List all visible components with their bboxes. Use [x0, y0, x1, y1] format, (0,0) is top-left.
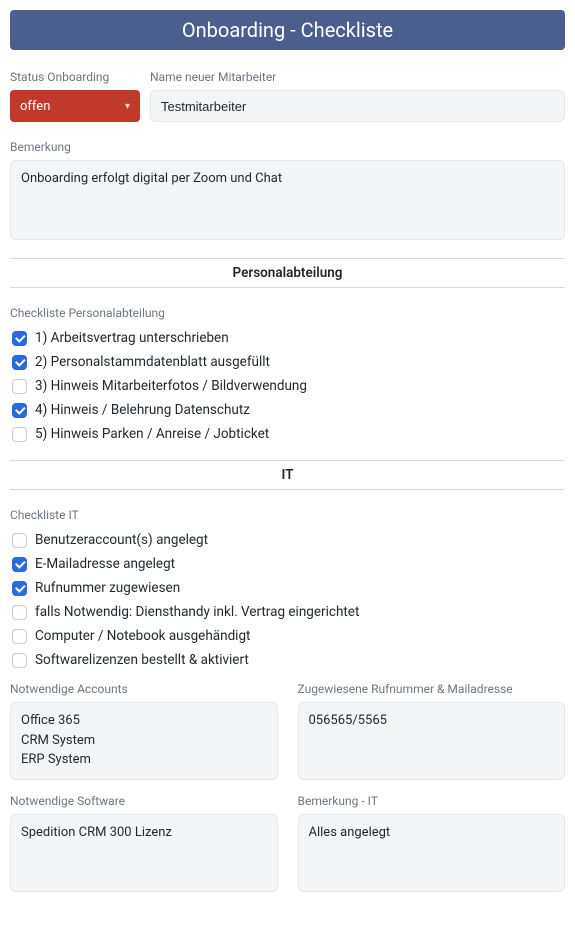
hr-item-label-0: 1) Arbeitsvertrag unterschrieben [35, 330, 229, 346]
hr-item-checkbox-2[interactable] [12, 379, 27, 394]
page-title: Onboarding - Checkliste [10, 10, 565, 50]
software-textarea[interactable]: Spedition CRM 300 Lizenz [10, 814, 278, 892]
it-item-label-0: Benutzeraccount(s) angelegt [35, 532, 208, 548]
hr-item-row-2: 3) Hinweis Mitarbeiterfotos / Bildverwen… [10, 378, 565, 394]
hr-item-row-0: 1) Arbeitsvertrag unterschrieben [10, 330, 565, 346]
status-select[interactable]: offen ▾ [10, 90, 140, 122]
status-value: offen [20, 99, 50, 114]
hr-item-row-4: 5) Hinweis Parken / Anreise / Jobticket [10, 426, 565, 442]
hr-item-label-2: 3) Hinweis Mitarbeiterfotos / Bildverwen… [35, 378, 307, 394]
it-item-checkbox-1[interactable] [12, 557, 27, 572]
it-item-row-0: Benutzeraccount(s) angelegt [10, 532, 565, 548]
hr-item-checkbox-3[interactable] [12, 403, 27, 418]
hr-item-checkbox-0[interactable] [12, 331, 27, 346]
it-item-row-3: falls Notwendig: Diensthandy inkl. Vertr… [10, 604, 565, 620]
hr-item-row-1: 2) Personalstammdatenblatt ausgefüllt [10, 354, 565, 370]
it-item-checkbox-3[interactable] [12, 605, 27, 620]
hr-item-label-1: 2) Personalstammdatenblatt ausgefüllt [35, 354, 270, 370]
it-item-checkbox-4[interactable] [12, 629, 27, 644]
hr-checklist-label: Checkliste Personalabteilung [10, 306, 565, 320]
it-item-checkbox-5[interactable] [12, 653, 27, 668]
it-item-row-1: E-Mailadresse angelegt [10, 556, 565, 572]
section-hr-title: Personalabteilung [10, 258, 565, 288]
it-item-label-4: Computer / Notebook ausgehändigt [35, 628, 250, 644]
hr-item-label-3: 4) Hinweis / Belehrung Datenschutz [35, 402, 250, 418]
accounts-textarea[interactable]: Office 365 CRM System ERP System [10, 702, 278, 780]
remark-textarea[interactable]: Onboarding erfolgt digital per Zoom und … [10, 160, 565, 240]
it-item-checkbox-0[interactable] [12, 533, 27, 548]
accounts-label: Notwendige Accounts [10, 682, 278, 696]
it-item-label-5: Softwarelizenzen bestellt & aktiviert [35, 652, 249, 668]
it-item-label-2: Rufnummer zugewiesen [35, 580, 180, 596]
it-item-label-1: E-Mailadresse angelegt [35, 556, 175, 572]
it-item-row-2: Rufnummer zugewiesen [10, 580, 565, 596]
hr-item-checkbox-4[interactable] [12, 427, 27, 442]
name-input[interactable] [150, 90, 565, 122]
phone-mail-textarea[interactable]: 056565/5565 [298, 702, 566, 780]
hr-item-label-4: 5) Hinweis Parken / Anreise / Jobticket [35, 426, 269, 442]
it-item-label-3: falls Notwendig: Diensthandy inkl. Vertr… [35, 604, 359, 620]
it-checklist-label: Checkliste IT [10, 508, 565, 522]
remark-label: Bemerkung [10, 140, 565, 154]
status-label: Status Onboarding [10, 70, 140, 84]
it-item-row-5: Softwarelizenzen bestellt & aktiviert [10, 652, 565, 668]
name-label: Name neuer Mitarbeiter [150, 70, 565, 84]
hr-item-checkbox-1[interactable] [12, 355, 27, 370]
it-item-row-4: Computer / Notebook ausgehändigt [10, 628, 565, 644]
remark-it-textarea[interactable]: Alles angelegt [298, 814, 566, 892]
chevron-down-icon: ▾ [125, 101, 130, 112]
remark-it-label: Bemerkung - IT [298, 794, 566, 808]
phone-mail-label: Zugewiesene Rufnummer & Mailadresse [298, 682, 566, 696]
software-label: Notwendige Software [10, 794, 278, 808]
section-it-title: IT [10, 460, 565, 490]
hr-item-row-3: 4) Hinweis / Belehrung Datenschutz [10, 402, 565, 418]
it-item-checkbox-2[interactable] [12, 581, 27, 596]
